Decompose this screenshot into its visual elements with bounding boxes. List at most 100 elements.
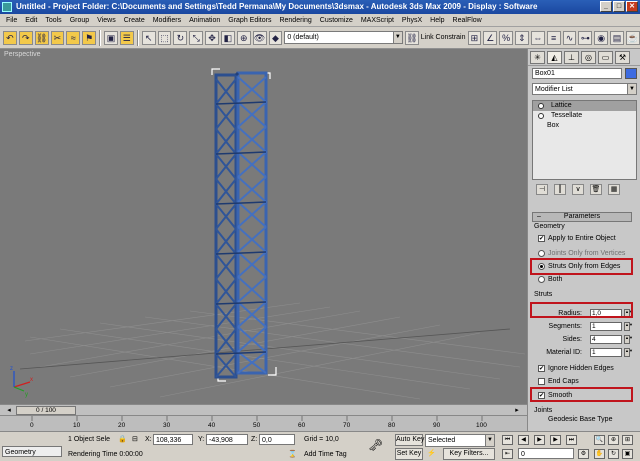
sides-spinner[interactable]: Sides: 4 ▲▼	[532, 333, 633, 346]
schematic-icon[interactable]: ⊶	[578, 30, 593, 45]
link-constraint-icon[interactable]: ⛓	[404, 30, 419, 45]
link-icon[interactable]: ⛓	[34, 30, 49, 45]
select-object-icon[interactable]: ▣	[104, 30, 118, 45]
prev-frame-icon[interactable]: ◂	[4, 406, 14, 415]
spinner-arrows-icon[interactable]: ▲▼	[624, 335, 633, 344]
object-name-field[interactable]: Box01	[532, 68, 622, 79]
select-region-icon[interactable]: ⬚	[157, 30, 172, 45]
menu-maxscript[interactable]: MAXScript	[357, 17, 398, 24]
spinner-arrows-icon[interactable]: ▲▼	[624, 348, 633, 357]
menu-tools[interactable]: Tools	[41, 17, 65, 24]
display-tab-icon[interactable]: ▭	[598, 51, 613, 64]
material-id-spinner[interactable]: Material ID: 1 ▲▼	[532, 346, 633, 359]
menu-views[interactable]: Views	[93, 17, 120, 24]
pin-stack-icon[interactable]: ⊣	[536, 184, 548, 195]
percent-snap-icon[interactable]: %	[499, 30, 514, 45]
key-icon[interactable]: 🗝	[368, 439, 383, 451]
zoom-icon[interactable]: 🔍	[594, 435, 605, 445]
current-frame-field[interactable]: 0	[518, 448, 574, 459]
radio-icon[interactable]	[538, 250, 545, 257]
viewport-canvas[interactable]: x y z	[0, 49, 527, 404]
menu-rendering[interactable]: Rendering	[275, 17, 315, 24]
perspective-viewport[interactable]: x y z Perspective	[0, 49, 527, 404]
unlink-icon[interactable]: ✂	[50, 30, 65, 45]
time-config-icon[interactable]: ⚙	[578, 449, 589, 459]
redo-icon[interactable]: ↷	[18, 30, 33, 45]
segments-spinner[interactable]: Segments: 1 ▲▼	[532, 320, 633, 333]
maximize-viewport-icon[interactable]: ▣	[622, 449, 633, 459]
stack-item-tessellate[interactable]: Tessellate	[533, 111, 636, 121]
render-setup-icon[interactable]: ▤	[610, 30, 624, 45]
light-bulb-icon[interactable]	[538, 103, 544, 109]
lock-selection-icon[interactable]: 🔒	[118, 434, 127, 445]
remove-modifier-icon[interactable]: 🗑	[590, 184, 602, 195]
select-arrow-icon[interactable]: ↖	[141, 30, 156, 45]
select-scale-icon[interactable]: ◧	[220, 30, 235, 45]
add-time-tag-button[interactable]: Add Time Tag	[304, 449, 347, 460]
previous-key-icon[interactable]: ◀	[518, 435, 529, 445]
maximize-button[interactable]: □	[613, 1, 625, 12]
motion-tab-icon[interactable]: ◎	[581, 51, 596, 64]
menu-customize[interactable]: Customize	[316, 17, 357, 24]
select-filter-icon[interactable]: ⚑	[82, 30, 97, 45]
spinner-snap-icon[interactable]: ⇕	[515, 30, 529, 45]
angle-snap-icon[interactable]: ∠	[483, 30, 498, 45]
z-coordinate-field[interactable]: 0,0	[259, 434, 295, 445]
absolute-mode-icon[interactable]: ⊟	[132, 434, 138, 445]
curve-editor-icon[interactable]: ∿	[562, 30, 577, 45]
view-icon[interactable]: 👁	[252, 30, 267, 45]
menu-modifiers[interactable]: Modifiers	[149, 17, 185, 24]
set-key-button[interactable]: Set Key	[395, 448, 423, 460]
zoom-all-icon[interactable]: ⊕	[608, 435, 619, 445]
object-color-swatch[interactable]	[625, 68, 637, 79]
create-tab-icon[interactable]: ✳	[530, 51, 545, 64]
move-icon[interactable]: ✥	[205, 30, 219, 45]
key-mode-icon[interactable]: ⇤	[502, 449, 513, 459]
render-icon[interactable]: ☕	[625, 30, 640, 45]
go-to-end-icon[interactable]: ⏭	[566, 435, 577, 445]
lattice-tower[interactable]	[214, 71, 268, 379]
play-icon[interactable]: ▶	[534, 435, 545, 445]
maxscript-listener-field[interactable]: Geometry	[2, 446, 62, 457]
menu-physx[interactable]: PhysX	[398, 17, 426, 24]
mirror-icon[interactable]: ⇔	[530, 30, 545, 45]
bind-space-warp-icon[interactable]: ≈	[66, 30, 81, 45]
segments-field[interactable]: 1	[590, 322, 622, 331]
utilities-tab-icon[interactable]: ⚒	[615, 51, 630, 64]
modify-tab-icon[interactable]: ◭	[547, 51, 562, 64]
light-bulb-icon[interactable]	[538, 113, 544, 119]
menu-realflow[interactable]: RealFlow	[449, 17, 486, 24]
time-tag-icon[interactable]: ⌛	[288, 449, 297, 460]
selection-set-dropdown[interactable]: Selected ▼	[425, 434, 495, 447]
zoom-extents-icon[interactable]: ⊞	[622, 435, 633, 445]
select-by-name-icon[interactable]: ☰	[119, 30, 134, 45]
next-key-icon[interactable]: ▶	[550, 435, 561, 445]
undo-icon[interactable]: ↶	[3, 30, 17, 45]
radio-icon[interactable]	[538, 276, 545, 283]
close-button[interactable]: ✕	[626, 1, 638, 12]
next-frame-icon[interactable]: ▸	[512, 406, 522, 415]
apply-entire-checkbox[interactable]: ✔ Apply to Entire Object	[532, 232, 632, 245]
menu-help[interactable]: Help	[426, 17, 448, 24]
menu-animation[interactable]: Animation	[185, 17, 224, 24]
menu-create[interactable]: Create	[120, 17, 149, 24]
ignore-hidden-checkbox[interactable]: ✔ Ignore Hidden Edges	[532, 362, 632, 375]
checkbox-icon[interactable]	[538, 378, 545, 385]
orbit-icon[interactable]: ↻	[608, 449, 619, 459]
menu-graph-editors[interactable]: Graph Editors	[224, 17, 275, 24]
checkbox-checked-icon[interactable]: ✔	[538, 235, 545, 242]
layer-dropdown[interactable]: 0 (default) ▼	[284, 31, 403, 44]
stack-item-lattice[interactable]: Lattice	[533, 101, 636, 111]
set-key-icon[interactable]: ⚡	[427, 448, 436, 459]
link-constraint-label[interactable]: Link Constrain	[421, 34, 466, 41]
go-to-start-icon[interactable]: ⏮	[502, 435, 513, 445]
make-unique-icon[interactable]: ∨	[572, 184, 584, 195]
track-bar[interactable]: 0 10 20 30 40 50 60 70 80 90 100	[0, 415, 527, 431]
pan-icon[interactable]: ✋	[594, 449, 605, 459]
select-manipulate-icon[interactable]: ⊕	[236, 30, 251, 45]
key-filters-button[interactable]: Key Filters...	[443, 448, 495, 460]
modifier-list-dropdown[interactable]: Modifier List ▼	[532, 83, 637, 95]
app-icon[interactable]	[2, 2, 12, 12]
hierarchy-tab-icon[interactable]: ⊥	[564, 51, 579, 64]
auto-key-button[interactable]: Auto Key	[395, 434, 424, 446]
